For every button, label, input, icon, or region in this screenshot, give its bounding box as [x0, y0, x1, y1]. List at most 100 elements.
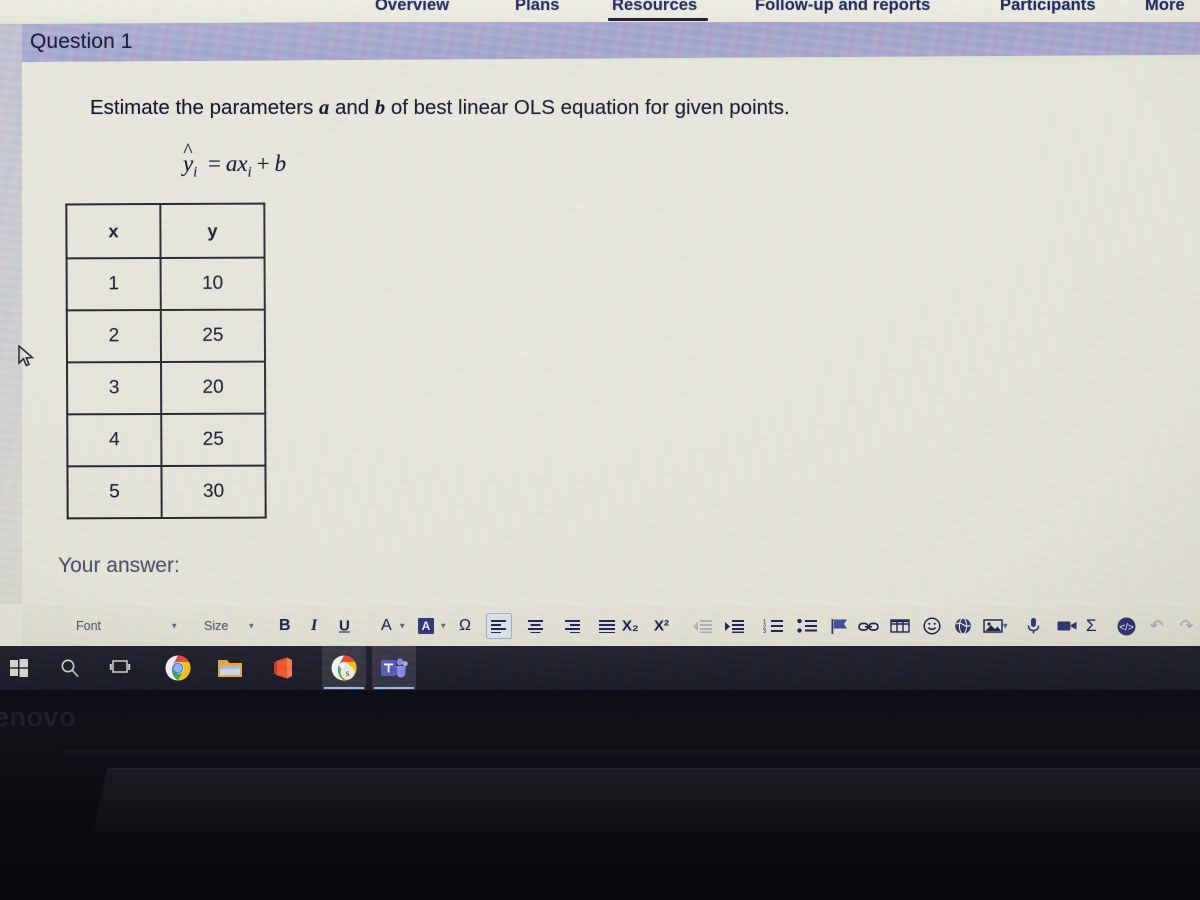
mouse-cursor — [18, 344, 36, 374]
cell-x: 4 — [67, 414, 162, 467]
redo-button[interactable]: ↷ — [1180, 616, 1193, 636]
undo-button[interactable]: ↶ — [1150, 616, 1163, 636]
align-right-icon — [564, 619, 580, 633]
formula-equals: = — [207, 151, 221, 176]
cell-y: 10 — [160, 257, 265, 311]
office-icon — [274, 657, 292, 679]
insert-image-caret[interactable]: ▾ — [1003, 621, 1008, 632]
nav-item-follow-up-and-reports[interactable]: Follow-up and reports — [755, 0, 930, 15]
image-icon — [983, 619, 1003, 633]
source-code-button[interactable]: </> — [1114, 615, 1138, 637]
microphone-icon — [1027, 618, 1039, 634]
increase-indent-icon — [724, 619, 744, 633]
search-icon — [61, 659, 79, 678]
align-justify-icon — [598, 619, 615, 633]
file-explorer-icon — [218, 660, 242, 677]
insert-emoji-button[interactable] — [919, 615, 945, 637]
font-dropdown-caret[interactable]: ▾ — [172, 621, 177, 632]
chrome-icon — [165, 655, 191, 681]
size-dropdown-caret[interactable]: ▾ — [249, 621, 254, 632]
laptop-lower-deck — [0, 842, 1200, 900]
nav-item-plans[interactable]: Plans — [515, 0, 560, 15]
flag-button[interactable] — [828, 615, 852, 637]
table-header-row: x y — [66, 203, 265, 259]
text-color-button[interactable]: A — [381, 617, 392, 635]
table-icon — [890, 619, 910, 633]
taskbar-office-button[interactable] — [270, 654, 298, 682]
align-justify-button[interactable] — [594, 613, 620, 639]
rich-text-editor-toolbar: Font ▾ Size ▾ B I U A ▾ A ▾ Ω X₂ X² 1 2 … — [22, 606, 1200, 646]
data-table: x y 1 10 2 25 3 20 4 25 5 30 — [65, 203, 266, 520]
taskbar-active-indicator — [324, 687, 364, 689]
insert-equation-button[interactable]: Σ — [1086, 616, 1097, 636]
text-color-caret[interactable]: ▾ — [400, 621, 405, 632]
taskbar-search-button[interactable] — [56, 654, 84, 682]
top-navigation-bar: Overview Plans Resources Follow-up and r… — [0, 0, 1200, 22]
your-answer-label: Your answer: — [58, 554, 180, 577]
superscript-button[interactable]: X² — [654, 618, 669, 635]
table-header-y: y — [160, 203, 265, 259]
prompt-param-a: a — [319, 97, 330, 119]
taskbar-chrome-button[interactable] — [164, 654, 192, 682]
bold-button[interactable]: B — [279, 617, 291, 635]
cell-y: 25 — [160, 309, 266, 363]
emoji-icon — [923, 617, 941, 635]
cell-y: 25 — [161, 413, 266, 467]
underline-button[interactable]: U — [339, 618, 350, 635]
task-view-icon — [109, 660, 131, 673]
table-row: 3 20 — [67, 361, 266, 415]
formula-y-hat: ^ y — [183, 141, 193, 177]
taskbar-microsoft-teams-button[interactable] — [372, 646, 416, 690]
numbered-list-button[interactable]: 1 2 3 — [760, 615, 786, 637]
link-icon — [857, 622, 879, 631]
page-left-rail — [0, 24, 22, 604]
formula-hat-accent: ^ — [183, 140, 193, 162]
align-left-button[interactable] — [486, 613, 512, 639]
size-dropdown-label[interactable]: Size — [204, 619, 228, 633]
record-video-button[interactable] — [1054, 615, 1080, 637]
subscript-button[interactable]: X₂ — [622, 618, 639, 635]
italic-button[interactable]: I — [311, 617, 317, 635]
table-row: 4 25 — [67, 413, 266, 467]
align-center-icon — [527, 619, 543, 633]
taskbar-task-view-button[interactable] — [106, 654, 134, 682]
insert-media-globe-button[interactable] — [950, 615, 976, 637]
record-audio-button[interactable] — [1022, 615, 1044, 637]
align-center-button[interactable] — [522, 613, 548, 639]
formula-a: a — [225, 151, 238, 176]
svg-text:s: s — [346, 668, 350, 678]
decrease-indent-button[interactable] — [690, 615, 714, 637]
align-right-button[interactable] — [558, 613, 584, 639]
windows-start-icon — [10, 659, 28, 677]
cell-y: 20 — [161, 361, 266, 415]
prompt-text-mid: and — [329, 96, 375, 119]
svg-text:3: 3 — [763, 629, 766, 633]
nav-item-participants[interactable]: Participants — [1000, 0, 1096, 15]
nav-item-resources[interactable]: Resources — [612, 0, 697, 15]
globe-icon — [955, 617, 971, 635]
laptop-screen: Overview Plans Resources Follow-up and r… — [0, 0, 1200, 690]
insert-link-button[interactable] — [855, 615, 881, 637]
taskbar-start-button[interactable] — [5, 654, 33, 682]
highlight-color-caret[interactable]: ▾ — [441, 621, 446, 632]
taskbar-chrome-secondary-button[interactable]: s — [322, 646, 366, 690]
highlight-color-button[interactable]: A — [418, 618, 434, 634]
nav-item-overview[interactable]: Overview — [375, 0, 449, 15]
increase-indent-button[interactable] — [722, 615, 746, 637]
insert-table-button[interactable] — [887, 615, 913, 637]
formula-x: x — [237, 151, 248, 176]
highlight-icon: A — [418, 618, 434, 634]
cell-y: 30 — [161, 465, 266, 519]
nav-item-more[interactable]: More — [1145, 0, 1185, 15]
numbered-list-icon: 1 2 3 — [763, 620, 783, 633]
taskbar-file-explorer-button[interactable] — [216, 654, 244, 682]
font-dropdown-label[interactable]: Font — [76, 619, 101, 633]
cell-x: 3 — [67, 362, 162, 415]
ols-formula: ^ yi = axi + b — [183, 141, 286, 182]
svg-text:</>: </> — [1119, 622, 1134, 633]
bulleted-list-button[interactable] — [794, 615, 820, 637]
formula-x-subscript: i — [247, 164, 252, 181]
table-row: 5 30 — [67, 465, 266, 519]
special-character-button[interactable]: Ω — [459, 617, 471, 635]
table-row: 1 10 — [66, 257, 265, 311]
